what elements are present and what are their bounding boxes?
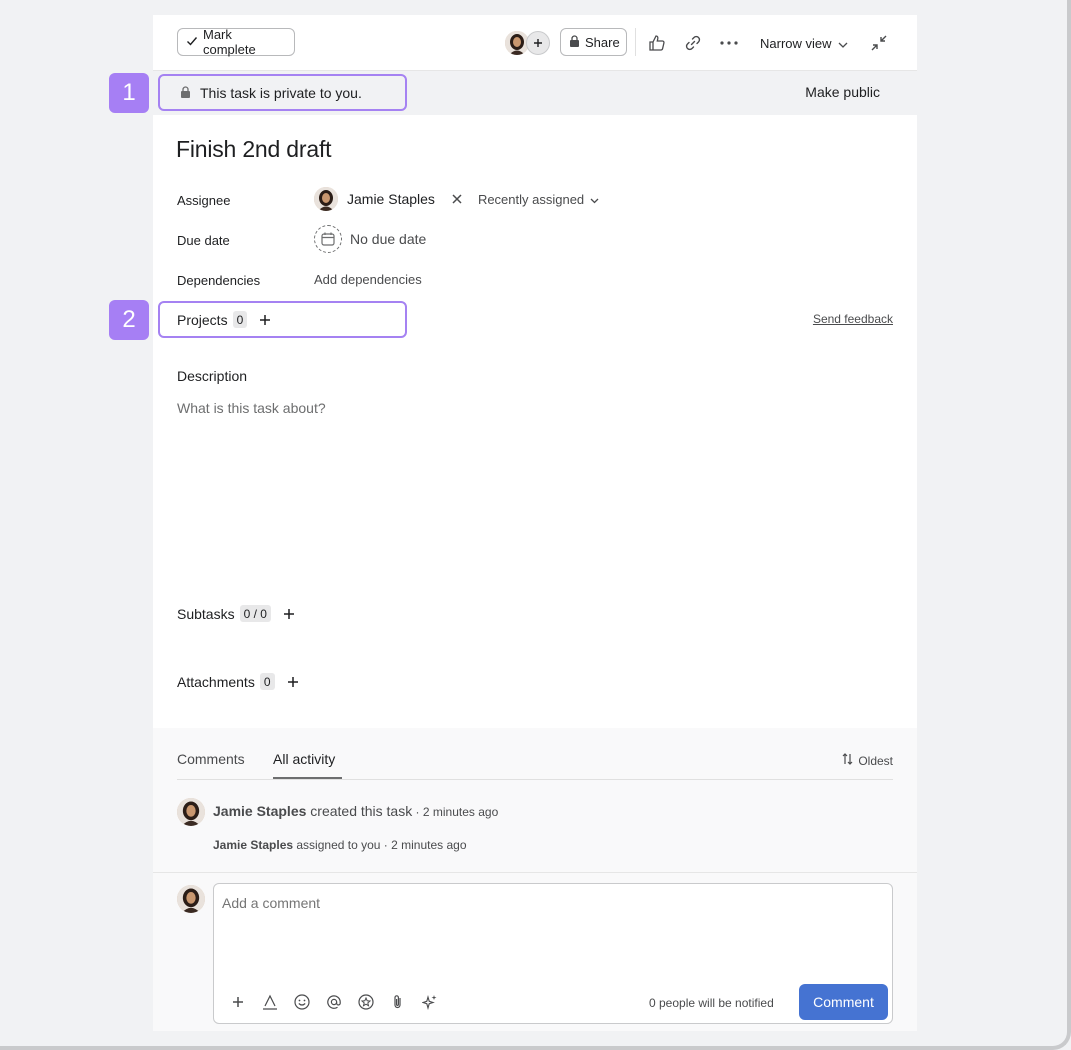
add-subtask-icon[interactable] — [283, 608, 295, 620]
attachments-section: Attachments 0 — [177, 673, 299, 690]
tab-all-activity[interactable]: All activity — [273, 751, 335, 767]
activity-action: assigned to you — [293, 838, 381, 852]
assignee-field[interactable]: Jamie Staples Recently assigned — [314, 187, 599, 211]
projects-label: Projects — [177, 311, 228, 328]
comment-submit-button[interactable]: Comment — [799, 984, 888, 1020]
projects-count: 0 — [232, 311, 248, 328]
more-options-icon[interactable] — [717, 31, 741, 55]
attachments-count: 0 — [259, 673, 275, 690]
sort-label: Oldest — [858, 753, 893, 768]
like-icon[interactable] — [645, 31, 669, 55]
recently-assigned-label: Recently assigned — [477, 191, 585, 207]
share-label: Share — [585, 34, 620, 50]
chevron-down-icon — [838, 36, 848, 51]
view-mode-label: Narrow view — [760, 35, 832, 51]
dependencies-label: Dependencies — [177, 273, 261, 288]
share-button[interactable]: Share — [560, 28, 627, 56]
sort-icon — [842, 753, 853, 768]
active-tab-indicator — [273, 777, 342, 779]
lock-icon — [180, 85, 191, 101]
activity-entry: Jamie Staples assigned to you · 2 minute… — [213, 838, 467, 852]
description-label: Description — [177, 368, 248, 384]
paperclip-icon[interactable] — [388, 992, 408, 1012]
mark-complete-button[interactable]: Mark complete — [177, 27, 295, 57]
check-icon — [186, 35, 198, 50]
activity-avatar — [177, 798, 205, 826]
description-field[interactable]: What is this task about? — [177, 400, 326, 416]
plus-icon[interactable] — [228, 992, 248, 1012]
sort-button[interactable]: Oldest — [842, 753, 893, 768]
activity-feed: Comments All activity Oldest Jamie Stapl… — [153, 728, 917, 872]
subtasks-label: Subtasks — [177, 605, 235, 622]
activity-action: created this task — [306, 803, 413, 819]
attachments-label: Attachments — [177, 673, 255, 690]
ai-sparkle-icon[interactable] — [420, 992, 440, 1012]
lock-icon — [569, 34, 580, 50]
task-toolbar: Mark complete Share Narrow view — [153, 15, 917, 71]
current-user-avatar — [177, 885, 205, 913]
view-mode-dropdown[interactable]: Narrow view — [760, 33, 848, 53]
notify-count: 0 people will be notified — [649, 996, 774, 1010]
comment-input[interactable] — [222, 895, 622, 911]
link-icon[interactable] — [681, 31, 705, 55]
make-public-button[interactable]: Make public — [805, 84, 880, 100]
send-feedback-link[interactable]: Send feedback — [813, 312, 893, 326]
assignee-label: Assignee — [177, 193, 231, 208]
activity-entry: Jamie Staples created this task · 2 minu… — [213, 803, 498, 819]
subtasks-count: 0 / 0 — [239, 605, 271, 622]
collapse-icon[interactable] — [867, 31, 891, 55]
mention-icon[interactable] — [324, 992, 344, 1012]
star-icon[interactable] — [356, 992, 376, 1012]
recently-assigned-dropdown[interactable]: Recently assigned — [478, 192, 599, 207]
task-detail-pane: Mark complete Share Narrow view This tas… — [153, 15, 917, 1031]
projects-section: Projects 0 — [158, 301, 407, 338]
assignee-avatar — [314, 187, 338, 211]
activity-actor[interactable]: Jamie Staples — [213, 838, 293, 852]
assignee-name: Jamie Staples — [347, 191, 435, 207]
activity-time: · 2 minutes ago — [412, 805, 499, 819]
activity-tabs: Comments All activity Oldest — [177, 728, 893, 780]
add-collaborator-icon[interactable] — [526, 31, 550, 55]
due-date-label: Due date — [177, 233, 230, 248]
callout-badge-1: 1 — [109, 73, 149, 113]
due-date-value: No due date — [350, 231, 427, 247]
comment-box: 0 people will be notified Comment — [213, 883, 893, 1024]
toolbar-divider — [635, 28, 636, 56]
remove-assignee-icon[interactable] — [452, 194, 462, 204]
text-format-icon[interactable] — [260, 992, 280, 1012]
privacy-notice: This task is private to you. — [158, 74, 407, 111]
comment-composer: 0 people will be notified Comment — [153, 872, 917, 1031]
callout-badge-2: 2 — [109, 300, 149, 340]
comment-toolbar — [228, 992, 440, 1012]
add-project-icon[interactable] — [259, 314, 271, 326]
calendar-icon — [314, 225, 342, 253]
chevron-down-icon — [590, 192, 599, 207]
activity-actor[interactable]: Jamie Staples — [213, 803, 306, 819]
emoji-icon[interactable] — [292, 992, 312, 1012]
privacy-message: This task is private to you. — [200, 84, 362, 101]
due-date-field[interactable]: No due date — [314, 225, 426, 253]
task-title[interactable]: Finish 2nd draft — [176, 136, 332, 163]
mark-complete-label: Mark complete — [203, 27, 256, 57]
add-attachment-icon[interactable] — [287, 676, 299, 688]
add-dependencies-link[interactable]: Add dependencies — [314, 272, 422, 287]
activity-time: · 2 minutes ago — [380, 838, 467, 852]
subtasks-section: Subtasks 0 / 0 — [177, 605, 295, 622]
privacy-banner: This task is private to you. Make public — [153, 71, 917, 115]
tab-comments[interactable]: Comments — [177, 751, 245, 767]
